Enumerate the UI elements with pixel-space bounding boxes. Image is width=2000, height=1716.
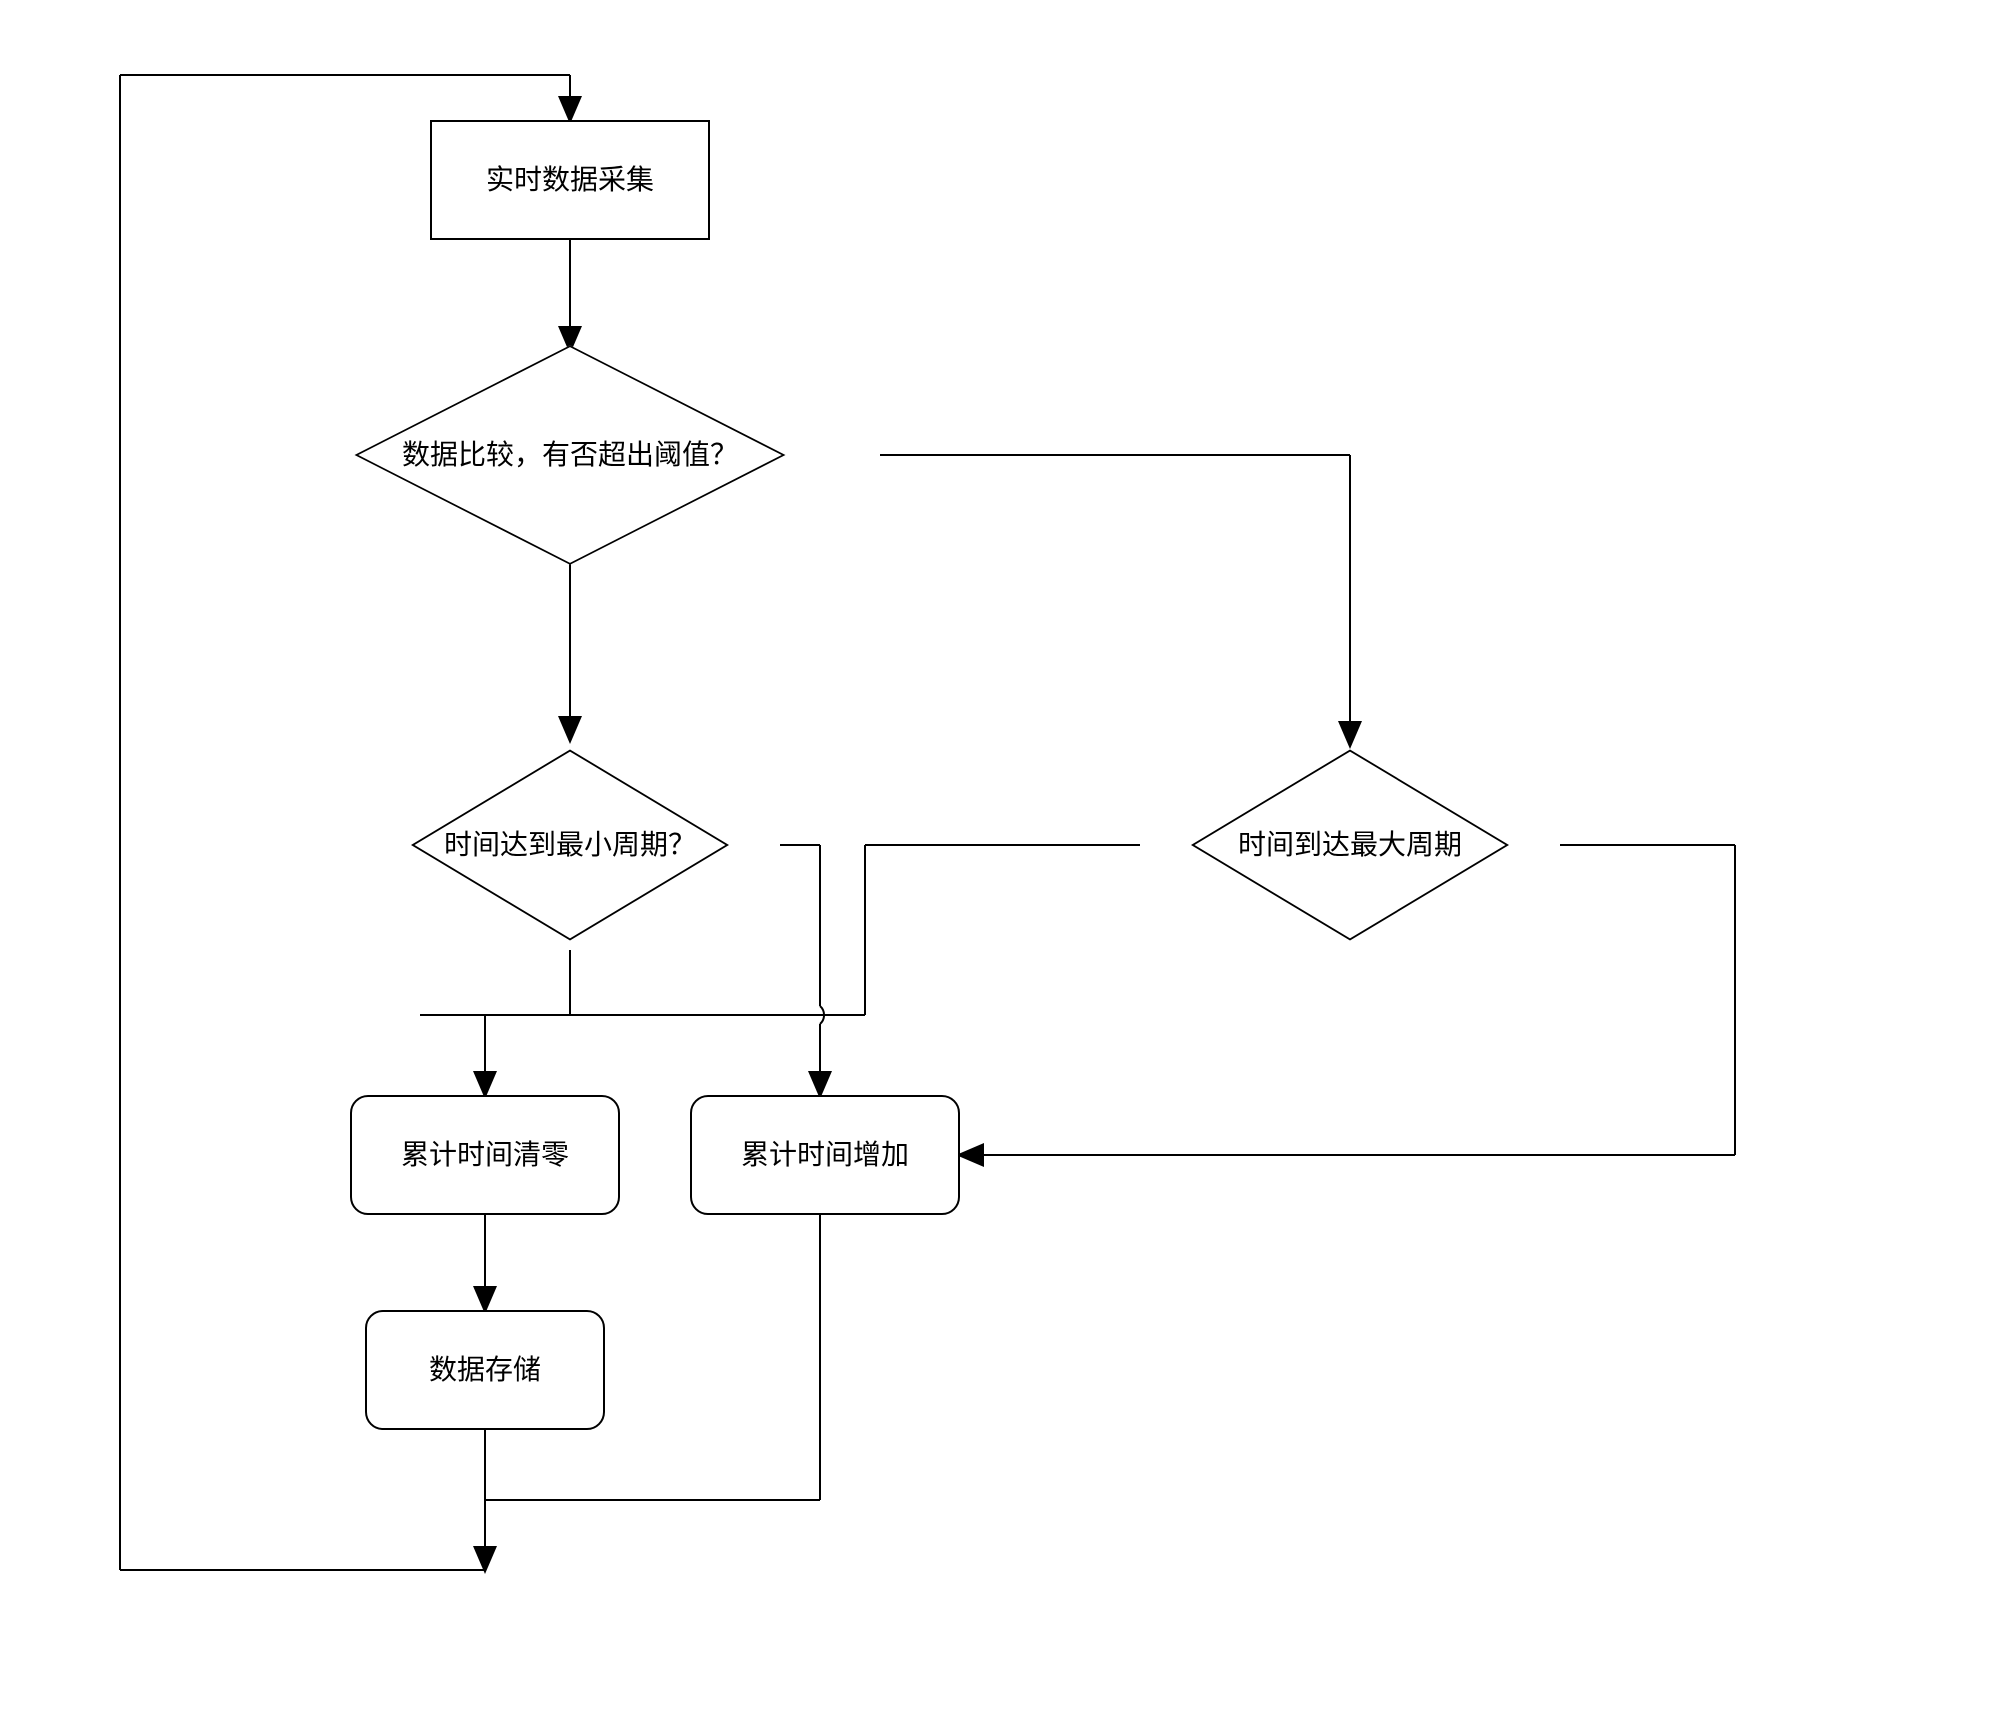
decision-min-period-shape — [411, 749, 729, 940]
process-label: 实时数据采集 — [486, 160, 654, 199]
process-label: 累计时间清零 — [401, 1135, 569, 1174]
process-label: 累计时间增加 — [741, 1135, 909, 1174]
flowchart-connectors — [0, 0, 2000, 1716]
process-data-store: 数据存储 — [365, 1310, 605, 1430]
process-realtime-collect: 实时数据采集 — [430, 120, 710, 240]
process-label: 数据存储 — [429, 1350, 541, 1389]
process-time-reset: 累计时间清零 — [350, 1095, 620, 1215]
process-time-increment: 累计时间增加 — [690, 1095, 960, 1215]
decision-max-period-shape — [1191, 749, 1509, 940]
decision-threshold-shape — [355, 345, 786, 565]
